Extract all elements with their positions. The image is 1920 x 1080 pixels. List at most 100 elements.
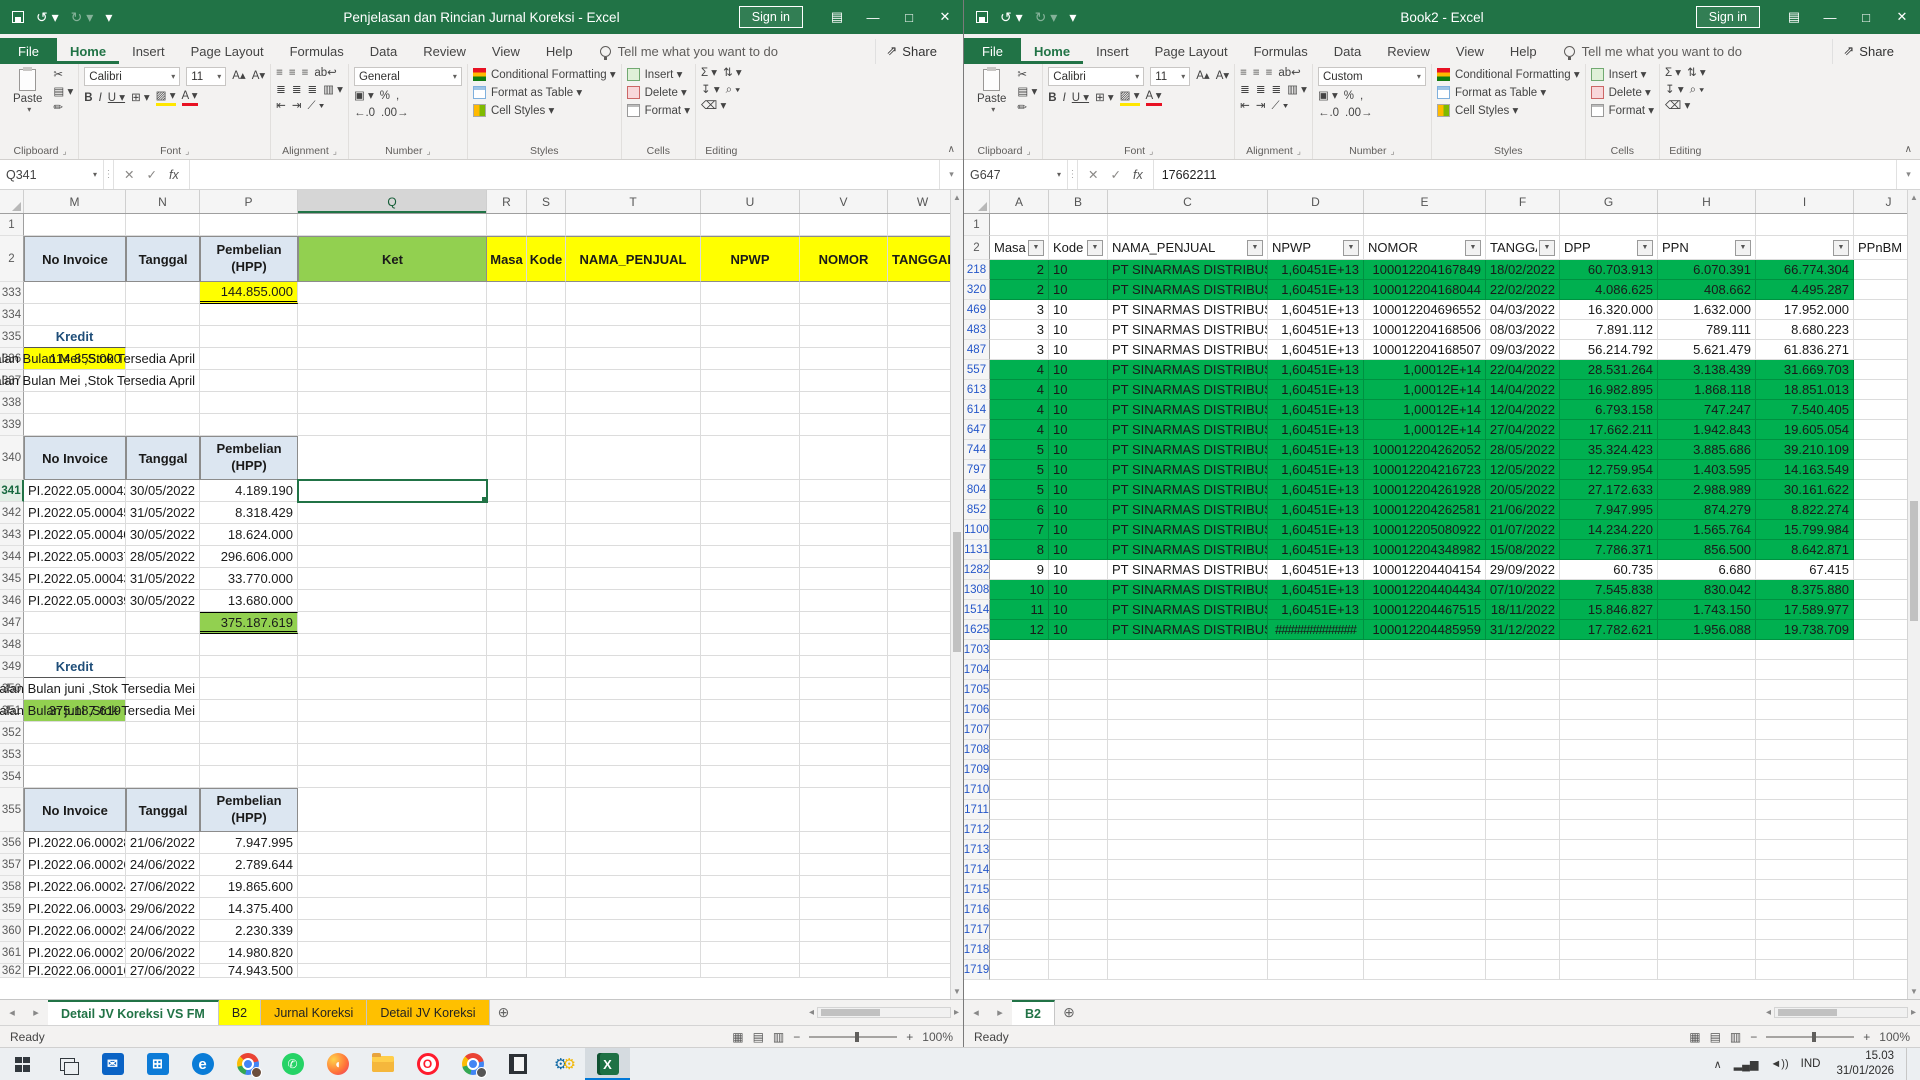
cell-F1[interactable] bbox=[1486, 214, 1560, 236]
increase-indent-icon[interactable]: ⇥ bbox=[292, 100, 302, 113]
insert-cells-button[interactable]: Insert ▾ bbox=[627, 67, 690, 81]
cell-T345[interactable] bbox=[566, 568, 701, 590]
cell-I1710[interactable] bbox=[1756, 780, 1854, 800]
cell-D614[interactable]: 1,60451E+13 bbox=[1268, 400, 1364, 420]
cell-I613[interactable]: 18.851.013 bbox=[1756, 380, 1854, 400]
cell-R354[interactable] bbox=[487, 766, 527, 788]
clipboard-dialog-launcher[interactable]: ⌟ bbox=[63, 146, 67, 156]
cell-J1705[interactable] bbox=[1854, 680, 1907, 700]
row-header-852[interactable]: 852 bbox=[964, 500, 990, 520]
cell-J744[interactable] bbox=[1854, 440, 1907, 460]
network-icon[interactable]: ▂▄▆ bbox=[1734, 1058, 1759, 1071]
percent-style-button[interactable]: % bbox=[1344, 90, 1354, 103]
cell-W349[interactable] bbox=[888, 656, 950, 678]
cell-F797[interactable]: 12/05/2022 bbox=[1486, 460, 1560, 480]
cell-E744[interactable]: 100012204262052 bbox=[1364, 440, 1486, 460]
cell-F614[interactable]: 12/04/2022 bbox=[1486, 400, 1560, 420]
underline-button[interactable]: U ▾ bbox=[108, 92, 125, 105]
cell-H1711[interactable] bbox=[1658, 800, 1756, 820]
cell-C1704[interactable] bbox=[1108, 660, 1268, 680]
cell-B1713[interactable] bbox=[1049, 840, 1108, 860]
cell-U348[interactable] bbox=[701, 634, 800, 656]
normal-view-icon[interactable]: ▦ bbox=[1689, 1030, 1700, 1044]
collapse-ribbon-button[interactable]: ∧ bbox=[1905, 144, 1912, 155]
name-box[interactable]: Q341▾ bbox=[0, 160, 104, 189]
cell-M345[interactable]: PI.2022.05.00043 bbox=[24, 568, 126, 590]
cell-P337[interactable] bbox=[200, 370, 298, 392]
cell-A1708[interactable] bbox=[990, 740, 1049, 760]
cell-B469[interactable]: 10 bbox=[1049, 300, 1108, 320]
undo-button[interactable]: ↺ ▾ bbox=[36, 10, 59, 24]
cell-T339[interactable] bbox=[566, 414, 701, 436]
cell-D1282[interactable]: 1,60451E+13 bbox=[1268, 560, 1364, 580]
cell-M2[interactable]: No Invoice bbox=[24, 236, 126, 282]
row-header-614[interactable]: 614 bbox=[964, 400, 990, 420]
cell-Q351[interactable] bbox=[298, 700, 487, 722]
cell-B1282[interactable]: 10 bbox=[1049, 560, 1108, 580]
cell-V351[interactable] bbox=[800, 700, 888, 722]
cell-J614[interactable] bbox=[1854, 400, 1907, 420]
store-taskbar-button[interactable]: ⊞ bbox=[135, 1048, 180, 1080]
cell-E483[interactable]: 100012204168506 bbox=[1364, 320, 1486, 340]
cell-W356[interactable] bbox=[888, 832, 950, 854]
cell-P349[interactable] bbox=[200, 656, 298, 678]
format-painter-icon[interactable]: ✏ bbox=[1017, 102, 1037, 115]
cell-styles-button[interactable]: Cell Styles ▾ bbox=[473, 103, 616, 117]
column-header-M[interactable]: M bbox=[24, 190, 126, 213]
paste-button[interactable]: Paste▾ bbox=[971, 67, 1012, 116]
cell-V359[interactable] bbox=[800, 898, 888, 920]
fill-button[interactable]: ↧ ▾ bbox=[1665, 84, 1684, 97]
merge-center-button[interactable]: ▥ ▾ bbox=[323, 84, 343, 97]
collapse-ribbon-button[interactable]: ∧ bbox=[948, 144, 955, 155]
cell-D1712[interactable] bbox=[1268, 820, 1364, 840]
cell-R2[interactable]: Masa bbox=[487, 236, 527, 282]
cell-I1100[interactable]: 15.799.984 bbox=[1756, 520, 1854, 540]
cell-N343[interactable]: 30/05/2022 bbox=[126, 524, 200, 546]
formula-bar-expand-icon[interactable]: ▾ bbox=[1896, 160, 1920, 189]
cell-F557[interactable]: 22/04/2022 bbox=[1486, 360, 1560, 380]
cell-D557[interactable]: 1,60451E+13 bbox=[1268, 360, 1364, 380]
normal-view-icon[interactable]: ▦ bbox=[732, 1030, 743, 1044]
cell-P348[interactable] bbox=[200, 634, 298, 656]
cell-G2[interactable]: DPP▼ bbox=[1560, 236, 1658, 260]
column-header-F[interactable]: F bbox=[1486, 190, 1560, 213]
cell-Q348[interactable] bbox=[298, 634, 487, 656]
cell-T350[interactable] bbox=[566, 678, 701, 700]
scroll-thumb[interactable] bbox=[1910, 501, 1918, 621]
align-bottom-icon[interactable]: ≡ bbox=[302, 67, 309, 80]
cell-H320[interactable]: 408.662 bbox=[1658, 280, 1756, 300]
cell-C1705[interactable] bbox=[1108, 680, 1268, 700]
cell-J1715[interactable] bbox=[1854, 880, 1907, 900]
cell-A557[interactable]: 4 bbox=[990, 360, 1049, 380]
cell-A1131[interactable]: 8 bbox=[990, 540, 1049, 560]
hscroll-track[interactable] bbox=[1774, 1007, 1908, 1018]
cell-P347[interactable]: 375.187.619 bbox=[200, 612, 298, 634]
cell-U361[interactable] bbox=[701, 942, 800, 964]
cut-icon[interactable]: ✂ bbox=[53, 69, 73, 82]
cell-J1308[interactable] bbox=[1854, 580, 1907, 600]
scroll-track[interactable] bbox=[951, 205, 963, 984]
cell-Q357[interactable] bbox=[298, 854, 487, 876]
font-name-select[interactable]: Calibri▾ bbox=[1048, 67, 1144, 86]
cell-T343[interactable] bbox=[566, 524, 701, 546]
cell-F1100[interactable]: 01/07/2022 bbox=[1486, 520, 1560, 540]
tab-home[interactable]: Home bbox=[1021, 38, 1083, 64]
cell-C614[interactable]: PT SINARMAS DISTRIBUS bbox=[1108, 400, 1268, 420]
scroll-down-icon[interactable]: ▼ bbox=[1908, 984, 1920, 999]
cell-B1100[interactable]: 10 bbox=[1049, 520, 1108, 540]
cell-S360[interactable] bbox=[527, 920, 566, 942]
cell-A320[interactable]: 2 bbox=[990, 280, 1049, 300]
cell-E1713[interactable] bbox=[1364, 840, 1486, 860]
align-top-icon[interactable]: ≡ bbox=[1240, 67, 1247, 80]
cell-Q337[interactable] bbox=[298, 370, 487, 392]
cell-B1717[interactable] bbox=[1049, 920, 1108, 940]
cell-U333[interactable] bbox=[701, 282, 800, 304]
italic-button[interactable]: I bbox=[99, 92, 102, 105]
cell-D1706[interactable] bbox=[1268, 700, 1364, 720]
cell-W354[interactable] bbox=[888, 766, 950, 788]
column-header-V[interactable]: V bbox=[800, 190, 888, 213]
cell-V2[interactable]: NOMOR bbox=[800, 236, 888, 282]
cell-H1709[interactable] bbox=[1658, 760, 1756, 780]
cell-D744[interactable]: 1,60451E+13 bbox=[1268, 440, 1364, 460]
column-header-B[interactable]: B bbox=[1049, 190, 1108, 213]
